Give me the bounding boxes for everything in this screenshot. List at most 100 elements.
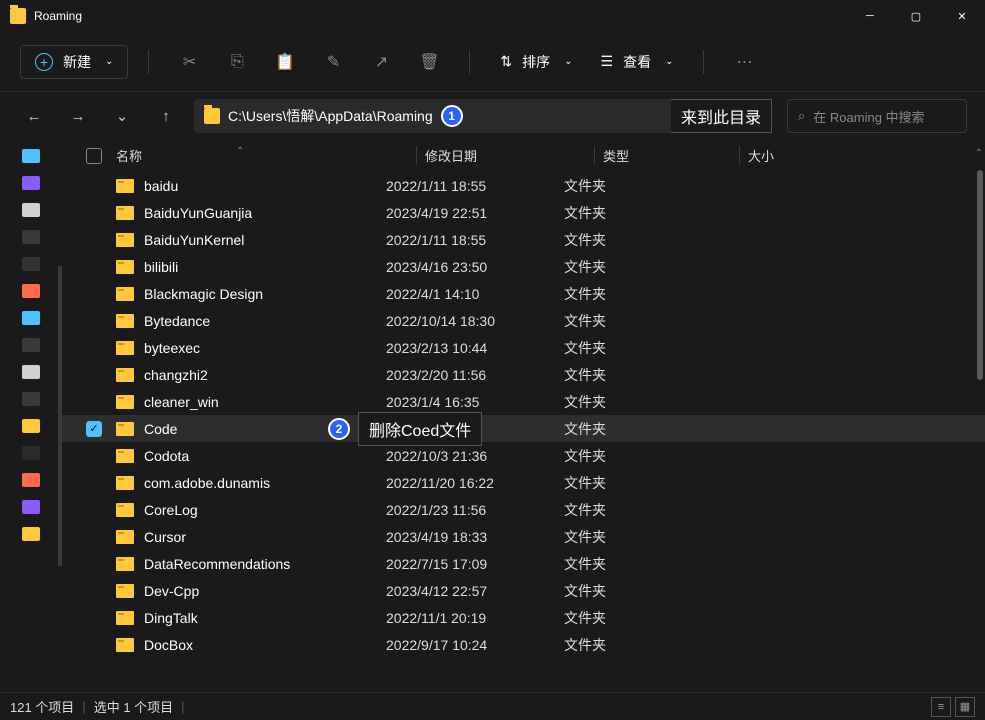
file-row[interactable]: DataRecommendations 2022/7/15 17:09 文件夹	[62, 550, 985, 577]
file-type-cell: 文件夹	[564, 284, 709, 304]
plus-icon: +	[35, 53, 53, 71]
file-row[interactable]: changzhi2 2023/2/20 11:56 文件夹	[62, 361, 985, 388]
file-row[interactable]: byteexec 2023/2/13 10:44 文件夹	[62, 334, 985, 361]
file-date-cell: 2023/1/4 16:35	[386, 394, 564, 410]
folder-icon	[116, 260, 134, 274]
sidebar-item[interactable]	[0, 521, 62, 547]
sidebar-item[interactable]	[0, 359, 62, 385]
file-row[interactable]: BaiduYunKernel 2022/1/11 18:55 文件夹	[62, 226, 985, 253]
file-name-text: changzhi2	[144, 367, 208, 383]
row-checkbox[interactable]: ✓	[86, 421, 116, 437]
up-button[interactable]: ↑	[150, 100, 182, 132]
file-type-cell: 文件夹	[564, 635, 709, 655]
sidebar-icon	[22, 419, 40, 433]
sidebar-item[interactable]	[0, 467, 62, 493]
file-type-cell: 文件夹	[564, 419, 709, 439]
new-label: 新建	[63, 52, 91, 72]
file-row[interactable]: BaiduYunGuanjia 2023/4/19 22:51 文件夹	[62, 199, 985, 226]
sidebar-item[interactable]	[0, 305, 62, 331]
column-date[interactable]: 修改日期	[416, 146, 594, 165]
copy-button[interactable]: ⎘	[217, 42, 257, 82]
file-type-cell: 文件夹	[564, 365, 709, 385]
file-row[interactable]: Bytedance 2022/10/14 18:30 文件夹	[62, 307, 985, 334]
file-date-cell: 2023/4/16 23:50	[386, 259, 564, 275]
column-name[interactable]: 名称⌃	[116, 146, 416, 165]
sidebar-item[interactable]	[0, 386, 62, 412]
address-bar[interactable]: C:\Users\悟解\AppData\Roaming 1 来到此目录 ⌄	[194, 99, 715, 133]
details-view-button[interactable]: ≡	[931, 697, 951, 717]
forward-button[interactable]: →	[62, 100, 94, 132]
sidebar-icon	[22, 392, 40, 406]
rename-button[interactable]: ✎	[313, 42, 353, 82]
delete-button[interactable]: 🗑	[409, 42, 449, 82]
file-row[interactable]: cleaner_win 2023/1/4 16:35 文件夹	[62, 388, 985, 415]
cut-button[interactable]: ✂	[169, 42, 209, 82]
file-row[interactable]: Dev-Cpp 2023/4/12 22:57 文件夹	[62, 577, 985, 604]
file-row[interactable]: bilibili 2023/4/16 23:50 文件夹	[62, 253, 985, 280]
sidebar-item[interactable]	[0, 251, 62, 277]
recent-button[interactable]: ⌄	[106, 100, 138, 132]
file-name-cell: DataRecommendations	[116, 556, 386, 572]
file-row[interactable]: Codota 2022/10/3 21:36 文件夹	[62, 442, 985, 469]
file-name-cell: CoreLog	[116, 502, 386, 518]
sidebar-item[interactable]	[0, 494, 62, 520]
file-type-cell: 文件夹	[564, 527, 709, 547]
file-name-text: cleaner_win	[144, 394, 219, 410]
file-type-cell: 文件夹	[564, 311, 709, 331]
select-all-checkbox[interactable]	[86, 148, 116, 164]
file-row[interactable]: CoreLog 2022/1/23 11:56 文件夹	[62, 496, 985, 523]
close-button[interactable]: ✕	[939, 0, 985, 32]
file-row[interactable]: DingTalk 2022/11/1 20:19 文件夹	[62, 604, 985, 631]
file-row[interactable]: com.adobe.dunamis 2022/11/20 16:22 文件夹	[62, 469, 985, 496]
separator	[148, 50, 149, 74]
file-name-cell: changzhi2	[116, 367, 386, 383]
maximize-button[interactable]: ▢	[893, 0, 939, 32]
minimize-button[interactable]: ─	[847, 0, 893, 32]
sidebar	[0, 140, 62, 692]
sidebar-item[interactable]	[0, 440, 62, 466]
file-type-cell: 文件夹	[564, 473, 709, 493]
file-name-text: byteexec	[144, 340, 200, 356]
new-button[interactable]: + 新建 ⌄	[20, 45, 128, 79]
sidebar-item[interactable]	[0, 278, 62, 304]
sort-label: 排序	[522, 52, 550, 72]
folder-icon	[204, 108, 220, 124]
sidebar-icon	[22, 446, 40, 460]
file-date-cell: 2022/9/17 10:24	[386, 637, 564, 653]
column-size[interactable]: 大小	[739, 146, 839, 165]
sort-button[interactable]: ⇅ 排序 ⌄	[490, 46, 582, 78]
main-scrollbar[interactable]	[977, 170, 983, 380]
file-row[interactable]: DocBox 2022/9/17 10:24 文件夹	[62, 631, 985, 658]
sidebar-icon	[22, 500, 40, 514]
status-bar: 121 个项目 | 选中 1 个项目 | ≡ ▦	[0, 692, 985, 720]
folder-icon	[116, 179, 134, 193]
sidebar-item[interactable]	[0, 224, 62, 250]
search-input[interactable]: ⌕ 在 Roaming 中搜索	[787, 99, 967, 133]
thumbnails-view-button[interactable]: ▦	[955, 697, 975, 717]
paste-button[interactable]: 📋	[265, 42, 305, 82]
share-button[interactable]: ↗	[361, 42, 401, 82]
file-name-text: baidu	[144, 178, 178, 194]
file-row[interactable]: baidu 2022/1/11 18:55 文件夹	[62, 172, 985, 199]
sidebar-item[interactable]	[0, 332, 62, 358]
view-button[interactable]: ☰ 查看 ⌄	[591, 46, 684, 78]
sidebar-item[interactable]	[0, 413, 62, 439]
chevron-down-icon: ⌄	[665, 56, 673, 67]
file-row[interactable]: ✓ Code /4/17 21:12 文件夹 2 删除Coed文件	[62, 415, 985, 442]
scroll-up-icon[interactable]: ⌃	[975, 148, 983, 159]
content-area: 名称⌃ 修改日期 类型 大小 baidu 2022/1/11 18:55 文件夹…	[0, 140, 985, 692]
back-button[interactable]: ←	[18, 100, 50, 132]
file-row[interactable]: Blackmagic Design 2022/4/1 14:10 文件夹	[62, 280, 985, 307]
more-button[interactable]: ⋯	[724, 42, 764, 82]
file-row[interactable]: Cursor 2023/4/19 18:33 文件夹	[62, 523, 985, 550]
sidebar-item[interactable]	[0, 197, 62, 223]
file-type-cell: 文件夹	[564, 176, 709, 196]
sidebar-icon	[22, 284, 40, 298]
sidebar-item[interactable]	[0, 170, 62, 196]
column-type[interactable]: 类型	[594, 146, 739, 165]
sidebar-icon	[22, 365, 40, 379]
sort-icon: ⇅	[500, 53, 512, 70]
file-name-text: Bytedance	[144, 313, 210, 329]
sidebar-item[interactable]	[0, 143, 62, 169]
file-type-cell: 文件夹	[564, 257, 709, 277]
